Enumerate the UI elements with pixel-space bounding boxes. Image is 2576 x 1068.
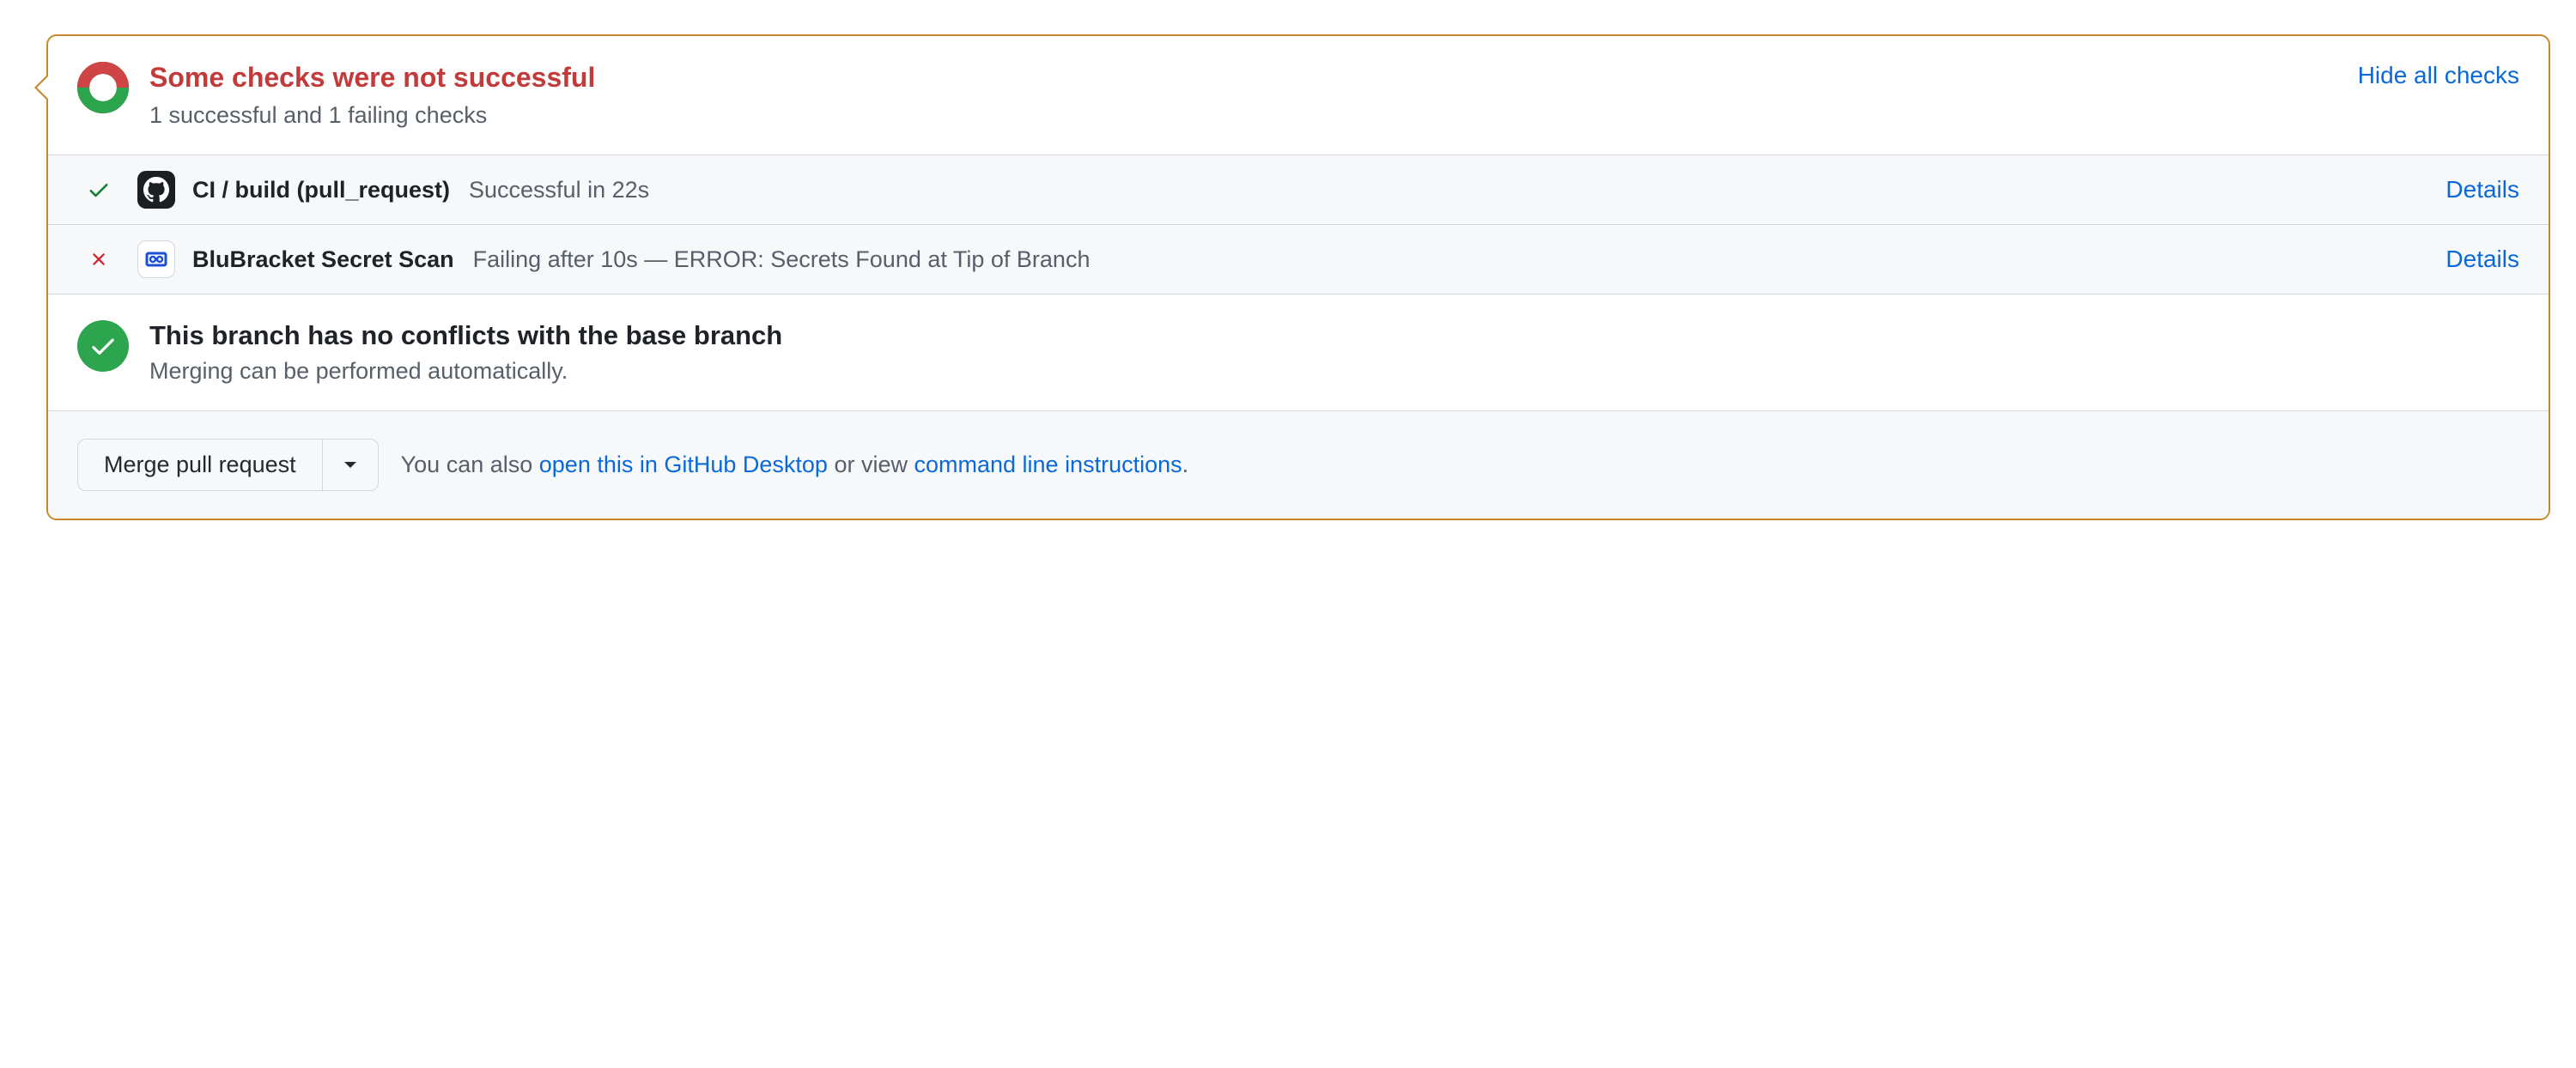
success-check-icon <box>77 320 129 372</box>
check-message-label: Failing after 10s — ERROR: Secrets Found… <box>473 246 2446 273</box>
check-message-label: Successful in 22s <box>469 177 2445 203</box>
check-success-icon <box>86 177 112 203</box>
merge-status-panel: Some checks were not successful 1 succes… <box>46 34 2550 520</box>
merge-action-section: Merge pull request You can also open thi… <box>48 411 2549 519</box>
caret-down-icon <box>343 461 357 470</box>
check-name-label: CI / build (pull_request) <box>192 177 450 203</box>
open-desktop-link[interactable]: open this in GitHub Desktop <box>539 452 828 477</box>
blubracket-avatar-icon <box>137 240 175 278</box>
check-row: BluBracket Secret Scan Failing after 10s… <box>48 225 2549 294</box>
conflicts-section: This branch has no conflicts with the ba… <box>48 294 2549 411</box>
conflicts-subtitle: Merging can be performed automatically. <box>149 358 782 385</box>
check-details-link[interactable]: Details <box>2445 176 2519 203</box>
checks-header-content: Some checks were not successful 1 succes… <box>149 62 2358 129</box>
alt-merge-text: You can also open this in GitHub Desktop… <box>401 452 1189 478</box>
merge-button-group: Merge pull request <box>77 439 379 491</box>
check-details-link[interactable]: Details <box>2445 246 2519 273</box>
merge-options-dropdown[interactable] <box>322 440 378 490</box>
check-failure-icon <box>86 246 112 272</box>
check-name-label: BluBracket Secret Scan <box>192 246 454 273</box>
alt-prefix-text: You can also <box>401 452 539 477</box>
checks-status-title: Some checks were not successful <box>149 62 2358 94</box>
merge-pull-request-button[interactable]: Merge pull request <box>78 440 322 490</box>
alt-suffix-text: . <box>1182 452 1189 477</box>
status-donut-icon <box>77 62 129 113</box>
conflicts-title: This branch has no conflicts with the ba… <box>149 320 782 351</box>
github-avatar-icon <box>137 171 175 209</box>
toggle-checks-link[interactable]: Hide all checks <box>2358 62 2519 89</box>
checks-status-subtitle: 1 successful and 1 failing checks <box>149 102 2358 129</box>
cli-instructions-link[interactable]: command line instructions <box>914 452 1182 477</box>
alt-middle-text: or view <box>828 452 914 477</box>
conflicts-content: This branch has no conflicts with the ba… <box>149 320 782 385</box>
checks-header-section: Some checks were not successful 1 succes… <box>48 36 2549 155</box>
check-row: CI / build (pull_request) Successful in … <box>48 155 2549 225</box>
